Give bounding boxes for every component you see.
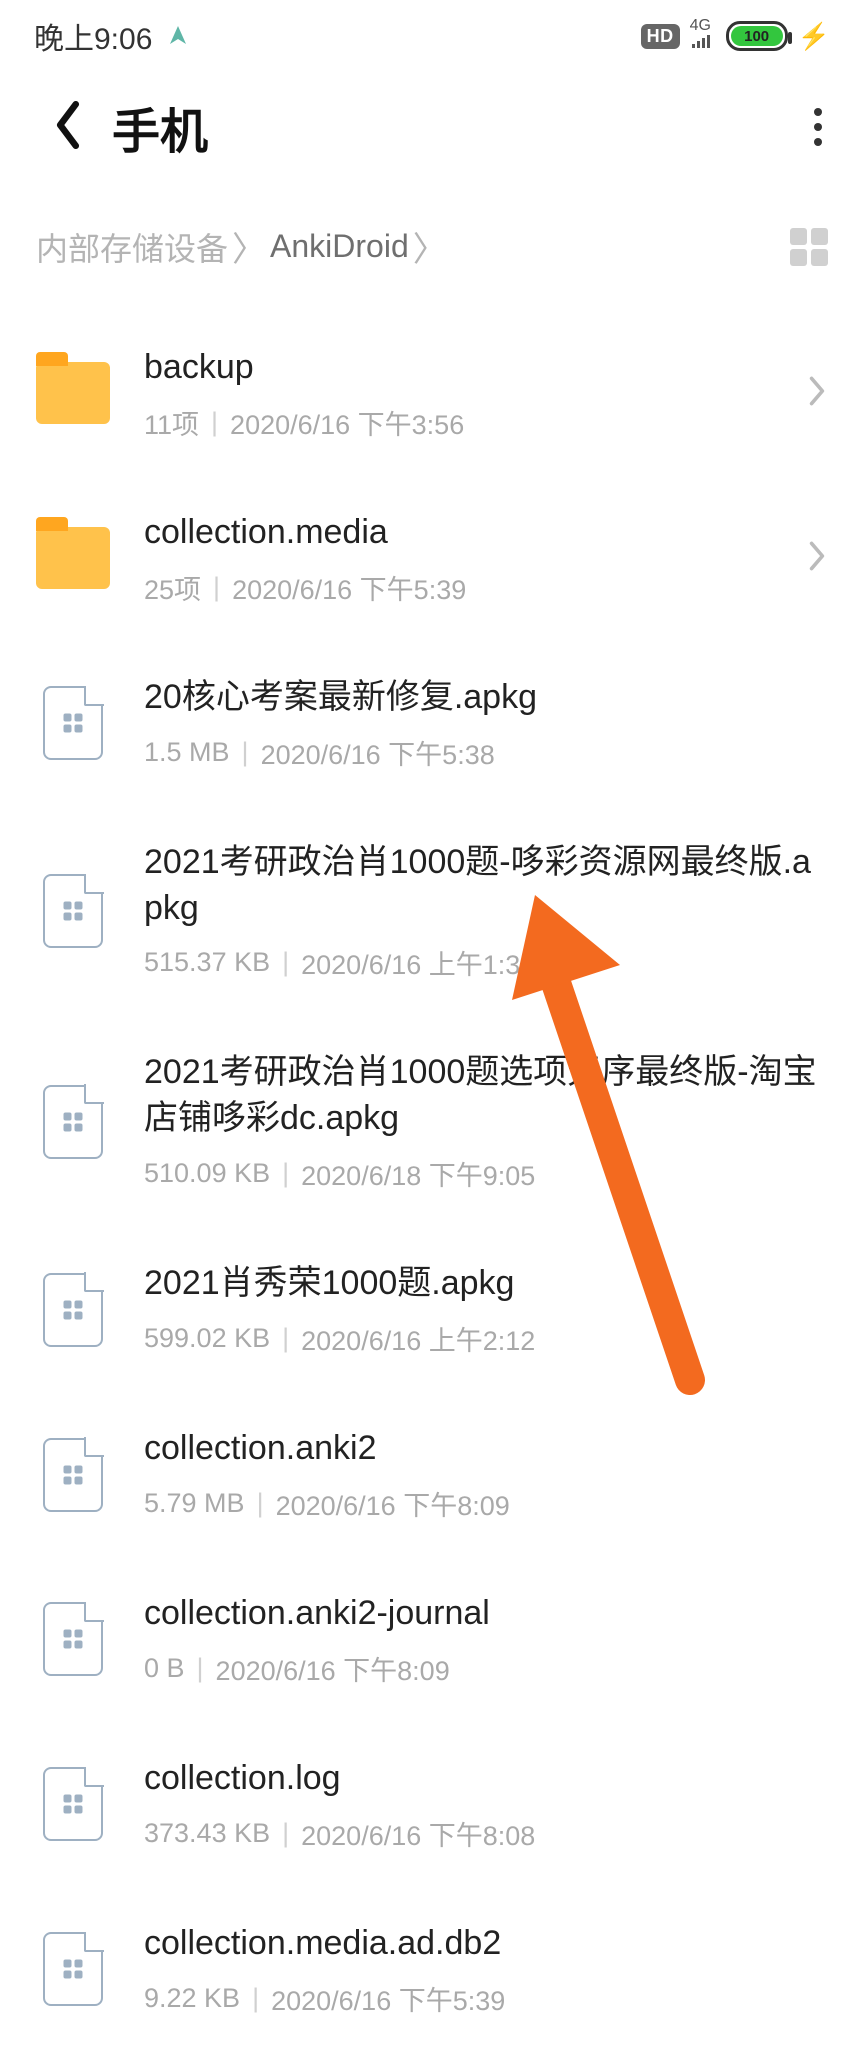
app-indicator-icon bbox=[166, 24, 190, 48]
file-row[interactable]: collection.log 373.43 KB|2020/6/16 下午8:08 bbox=[36, 1722, 828, 1887]
file-row[interactable]: 2021考研政治肖1000题选项无序最终版-淘宝店铺哆彩dc.apkg 510.0… bbox=[36, 1016, 828, 1227]
chevron-right-icon bbox=[806, 538, 828, 579]
file-icon bbox=[43, 1767, 103, 1841]
file-icon bbox=[43, 1602, 103, 1676]
item-meta: 1.5 MB|2020/6/16 下午5:38 bbox=[144, 733, 828, 772]
item-name: collection.anki2 bbox=[144, 1426, 828, 1472]
breadcrumb[interactable]: 内部存储设备 〉 AnkiDroid 〉 bbox=[36, 222, 447, 271]
item-meta: 515.37 KB|2020/6/16 上午1:30 bbox=[144, 943, 828, 982]
file-icon bbox=[43, 1438, 103, 1512]
file-icon bbox=[43, 874, 103, 948]
breadcrumb-root[interactable]: 内部存储设备 bbox=[36, 224, 228, 270]
chevron-right-icon: 〉 bbox=[413, 222, 447, 271]
item-meta: 11项|2020/6/16 下午3:56 bbox=[144, 403, 772, 442]
file-row[interactable]: 2021考研政治肖1000题-哆彩资源网最终版.apkg 515.37 KB|20… bbox=[36, 806, 828, 1017]
file-row[interactable]: collection.anki2 5.79 MB|2020/6/16 下午8:09 bbox=[36, 1392, 828, 1557]
item-name: 2021考研政治肖1000题选项无序最终版-淘宝店铺哆彩dc.apkg bbox=[144, 1050, 828, 1142]
item-name: backup bbox=[144, 345, 772, 391]
more-button[interactable] bbox=[808, 102, 828, 152]
file-row[interactable]: collection.anki2-journal 0 B|2020/6/16 下午… bbox=[36, 1557, 828, 1722]
status-time: 晚上9:06 bbox=[34, 14, 152, 58]
folder-row[interactable]: backup 11项|2020/6/16 下午3:56 bbox=[36, 311, 828, 476]
network-icon: 4G bbox=[690, 18, 716, 54]
file-row[interactable]: 20核心考案最新修复.apkg 1.5 MB|2020/6/16 下午5:38 bbox=[36, 641, 828, 806]
item-meta: 510.09 KB|2020/6/18 下午9:05 bbox=[144, 1154, 828, 1193]
chevron-right-icon bbox=[806, 373, 828, 414]
item-name: 2021考研政治肖1000题-哆彩资源网最终版.apkg bbox=[144, 840, 828, 932]
item-meta: 25项|2020/6/16 下午5:39 bbox=[144, 568, 772, 607]
item-name: collection.log bbox=[144, 1756, 828, 1802]
file-icon bbox=[43, 686, 103, 760]
breadcrumb-row: 内部存储设备 〉 AnkiDroid 〉 bbox=[0, 192, 864, 311]
status-bar: 晚上9:06 HD 4G 100 ⚡ bbox=[0, 0, 864, 72]
item-name: collection.anki2-journal bbox=[144, 1591, 828, 1637]
breadcrumb-current: AnkiDroid bbox=[270, 228, 409, 265]
item-name: 20核心考案最新修复.apkg bbox=[144, 675, 828, 721]
item-meta: 599.02 KB|2020/6/16 上午2:12 bbox=[144, 1319, 828, 1358]
chevron-right-icon: 〉 bbox=[232, 222, 266, 271]
file-icon bbox=[43, 1273, 103, 1347]
file-icon bbox=[43, 1932, 103, 2006]
charging-icon: ⚡ bbox=[798, 21, 830, 52]
page-title: 手机 bbox=[112, 92, 208, 162]
folder-row[interactable]: collection.media 25项|2020/6/16 下午5:39 bbox=[36, 476, 828, 641]
folder-icon bbox=[36, 362, 110, 424]
battery-icon: 100 bbox=[726, 21, 788, 51]
file-row[interactable]: 2021肖秀荣1000题.apkg 599.02 KB|2020/6/16 上午2… bbox=[36, 1227, 828, 1392]
item-name: 2021肖秀荣1000题.apkg bbox=[144, 1261, 828, 1307]
item-meta: 0 B|2020/6/16 下午8:09 bbox=[144, 1649, 828, 1688]
item-name: collection.media.ad.db2 bbox=[144, 1921, 828, 1967]
back-button[interactable] bbox=[50, 99, 86, 156]
title-bar: 手机 bbox=[0, 72, 864, 192]
view-toggle-button[interactable] bbox=[790, 228, 828, 266]
item-name: collection.media bbox=[144, 510, 772, 556]
hd-icon: HD bbox=[641, 24, 680, 49]
item-meta: 5.79 MB|2020/6/16 下午8:09 bbox=[144, 1484, 828, 1523]
item-meta: 9.22 KB|2020/6/16 下午5:39 bbox=[144, 1979, 828, 2018]
file-list: backup 11项|2020/6/16 下午3:56 collection.med… bbox=[0, 311, 864, 2052]
folder-icon bbox=[36, 527, 110, 589]
file-row[interactable]: collection.media.ad.db2 9.22 KB|2020/6/16… bbox=[36, 1887, 828, 2052]
file-icon bbox=[43, 1085, 103, 1159]
item-meta: 373.43 KB|2020/6/16 下午8:08 bbox=[144, 1814, 828, 1853]
